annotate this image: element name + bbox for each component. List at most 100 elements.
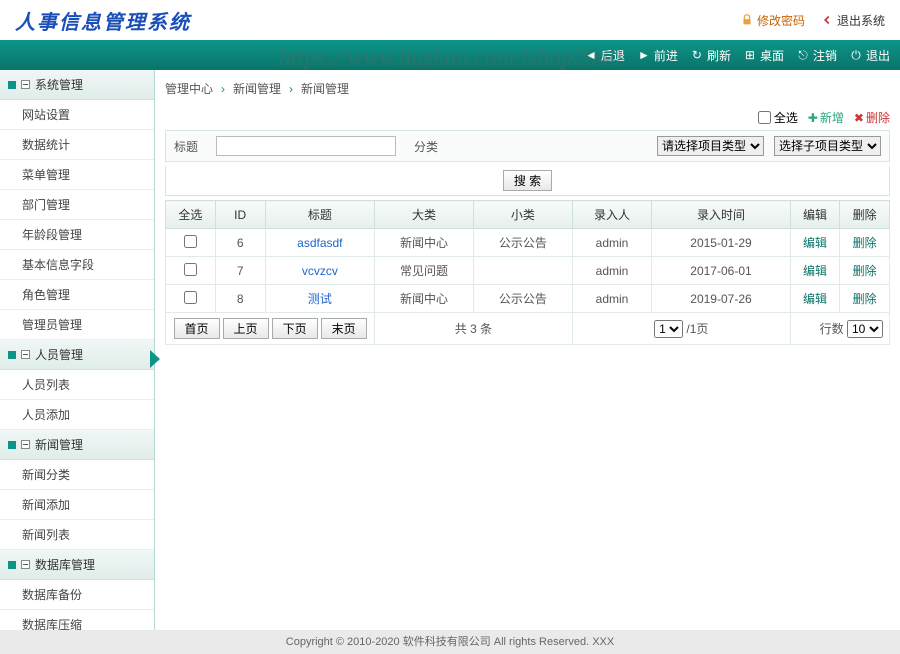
sidebar-item[interactable]: 数据统计 [0,130,154,160]
square-icon [8,81,16,89]
cell-time: 2015-01-29 [652,229,791,257]
toolbar-exit[interactable]: ⏻退出 [849,47,890,64]
row-edit-link[interactable]: 编辑 [803,292,827,306]
th-edit: 编辑 [790,201,840,229]
th-entrant[interactable]: 录入人 [572,201,651,229]
cell-main-cat: 新闻中心 [375,285,474,313]
breadcrumb-lvl1[interactable]: 新闻管理 [233,80,281,97]
sidebar: 系统管理网站设置数据统计菜单管理部门管理年龄段管理基本信息字段角色管理管理员管理… [0,70,155,630]
toolbar-back[interactable]: ◄后退 [584,47,625,64]
change-password-label: 修改密码 [757,12,805,29]
collapse-icon [21,80,30,89]
sidebar-item[interactable]: 管理员管理 [0,310,154,340]
sidebar-group-header[interactable]: 系统管理 [0,70,154,100]
sidebar-item[interactable]: 年龄段管理 [0,220,154,250]
sidebar-group-label: 数据库管理 [35,556,95,573]
title-input[interactable] [216,136,396,156]
toolbar: ◄后退 ►前进 ↻刷新 ⊞桌面 ⎋注销 ⏻退出 [0,40,900,70]
sidebar-item[interactable]: 菜单管理 [0,160,154,190]
sidebar-item[interactable]: 部门管理 [0,190,154,220]
exit-icon: ⏻ [849,48,863,62]
collapse-icon [21,350,30,359]
category-select-2[interactable]: 选择子项目类型 [774,136,881,156]
breadcrumb-lvl2: 新闻管理 [301,80,349,97]
pager-next[interactable]: 下页 [272,318,318,339]
th-select-all[interactable]: 全选 [166,201,216,229]
square-icon [8,351,16,359]
footer: Copyright © 2010-2020 软件科技有限公司 All right… [0,630,900,654]
add-button[interactable]: ✚新增 [808,109,844,126]
cell-entrant: admin [572,229,651,257]
breadcrumb: 管理中心 › 新闻管理 › 新闻管理 [165,78,890,105]
table-row: 7vcvzcv常见问题admin2017-06-01编辑删除 [166,257,890,285]
sidebar-item[interactable]: 新闻添加 [0,490,154,520]
app-title: 人事信息管理系统 [15,6,191,35]
toolbar-refresh[interactable]: ↻刷新 [690,47,731,64]
th-delete: 删除 [840,201,890,229]
data-table: 全选 ID 标题 大类 小类 录入人 录入时间 编辑 删除 6 asdfasdf 新… [165,200,890,345]
row-delete-link[interactable]: 删除 [853,236,877,250]
sidebar-item[interactable]: 数据库压缩 [0,610,154,630]
cell-sub-cat: 公示公告 [473,285,572,313]
sidebar-group-label: 新闻管理 [35,436,83,453]
delete-button[interactable]: ✖删除 [854,109,890,126]
sidebar-item[interactable]: 数据库备份 [0,580,154,610]
sidebar-item[interactable]: 网站设置 [0,100,154,130]
toolbar-logoff[interactable]: ⎋注销 [796,47,837,64]
pager-last[interactable]: 末页 [321,318,367,339]
plus-icon: ✚ [808,111,818,125]
sidebar-group-header[interactable]: 新闻管理 [0,430,154,460]
row-checkbox[interactable] [184,235,197,248]
cell-sub-cat: 公示公告 [473,229,572,257]
sidebar-item[interactable]: 人员列表 [0,370,154,400]
logout-link[interactable]: 退出系统 [820,12,885,29]
cell-id: 6 [215,229,265,257]
sidebar-item[interactable]: 新闻分类 [0,460,154,490]
row-checkbox[interactable] [184,291,197,304]
sidebar-item[interactable]: 新闻列表 [0,520,154,550]
cell-sub-cat [473,257,572,285]
breadcrumb-home[interactable]: 管理中心 [165,80,213,97]
row-checkbox[interactable] [184,263,197,276]
refresh-icon: ↻ [690,48,704,62]
sidebar-item[interactable]: 角色管理 [0,280,154,310]
cell-id: 7 [215,257,265,285]
th-title[interactable]: 标题 [265,201,375,229]
pager-rows-select[interactable]: 10 [847,320,883,338]
sidebar-item[interactable]: 基本信息字段 [0,250,154,280]
cell-title-link[interactable]: vcvzcv [302,264,338,278]
sidebar-item[interactable]: 人员添加 [0,400,154,430]
change-password-link[interactable]: 修改密码 [740,12,805,29]
th-main-cat[interactable]: 大类 [375,201,474,229]
category-select-1[interactable]: 请选择项目类型 [657,136,764,156]
pager-prev[interactable]: 上页 [223,318,269,339]
pager-first[interactable]: 首页 [174,318,220,339]
th-entry-time[interactable]: 录入时间 [652,201,791,229]
th-id[interactable]: ID [215,201,265,229]
cell-title-link[interactable]: asdfasdf [297,236,342,250]
cell-id: 8 [215,285,265,313]
pager-page-select[interactable]: 1 [654,320,683,338]
cell-main-cat: 新闻中心 [375,229,474,257]
row-delete-link[interactable]: 删除 [853,264,877,278]
select-all-checkbox[interactable] [758,111,771,124]
search-button[interactable]: 搜 索 [503,170,552,191]
toolbar-forward[interactable]: ►前进 [637,47,678,64]
th-sub-cat[interactable]: 小类 [473,201,572,229]
forward-icon: ► [637,48,651,62]
cell-main-cat: 常见问题 [375,257,474,285]
select-all-check[interactable]: 全选 [758,109,798,126]
pager-total: 共 3 条 [375,313,573,345]
toolbar-desktop[interactable]: ⊞桌面 [743,47,784,64]
title-label: 标题 [166,138,206,155]
sidebar-group-header[interactable]: 人员管理 [0,340,154,370]
row-edit-link[interactable]: 编辑 [803,236,827,250]
row-delete-link[interactable]: 删除 [853,292,877,306]
table-row: 8测试新闻中心公示公告admin2019-07-26编辑删除 [166,285,890,313]
cell-time: 2017-06-01 [652,257,791,285]
cell-title-link[interactable]: 测试 [308,292,332,306]
sidebar-group-label: 人员管理 [35,346,83,363]
row-edit-link[interactable]: 编辑 [803,264,827,278]
pager-page-total: /1页 [686,322,708,336]
sidebar-group-header[interactable]: 数据库管理 [0,550,154,580]
